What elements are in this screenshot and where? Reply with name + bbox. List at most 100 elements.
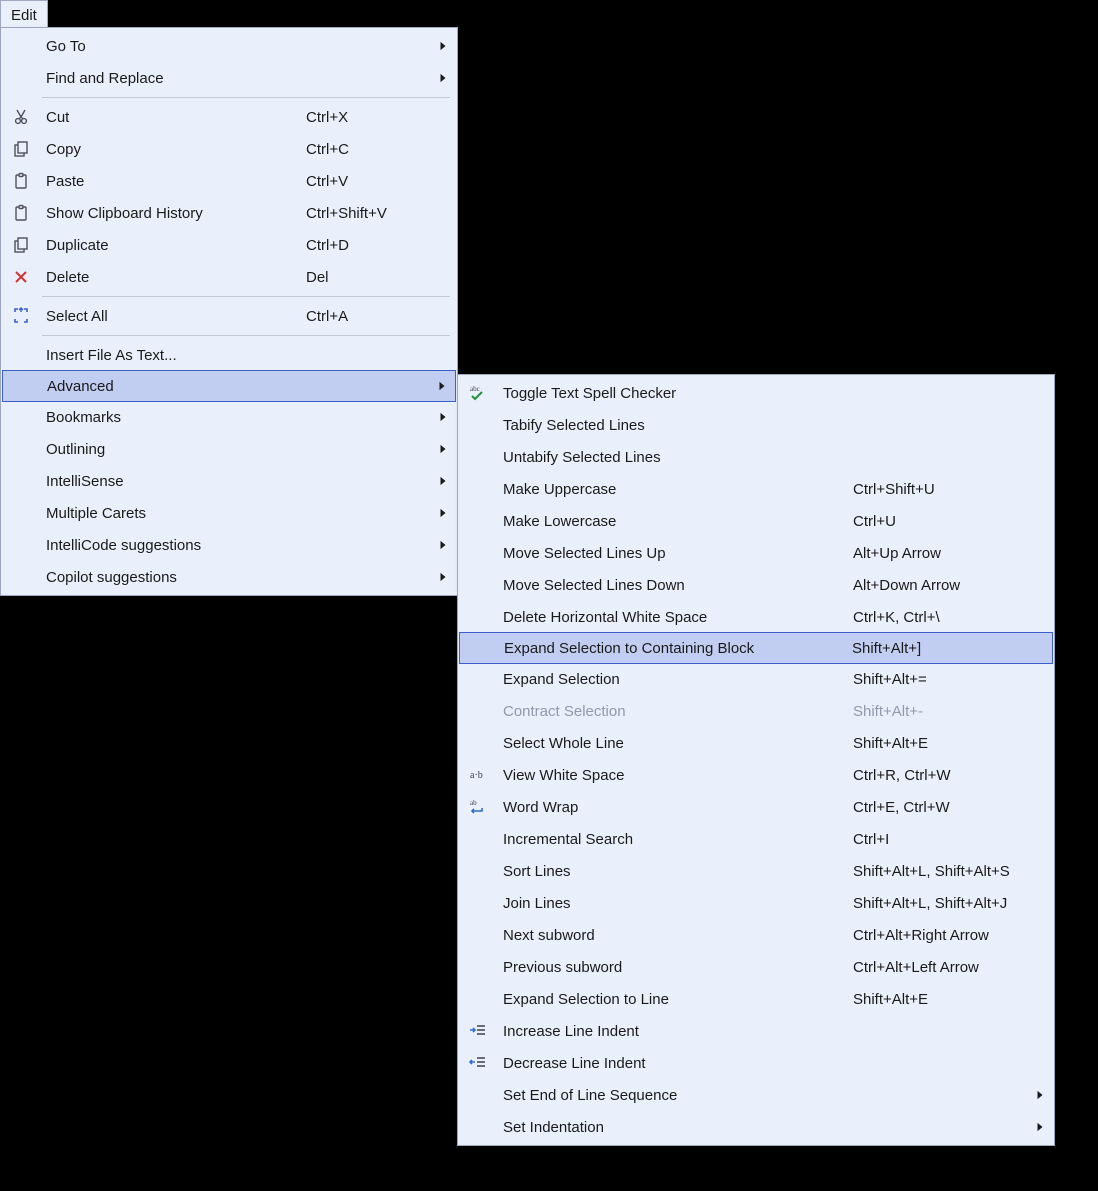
edit-menu-item-select-all[interactable]: Select AllCtrl+A — [2, 300, 456, 332]
advanced-item-contract-selection: Contract SelectionShift+Alt+- — [459, 695, 1053, 727]
menu-item-shortcut: Shift+Alt+L, Shift+Alt+S — [853, 863, 1053, 880]
advanced-item-make-uppercase[interactable]: Make UppercaseCtrl+Shift+U — [459, 473, 1053, 505]
menu-item-label: Move Selected Lines Down — [497, 577, 853, 594]
menu-item-label: Set Indentation — [497, 1119, 853, 1136]
advanced-item-select-whole-line[interactable]: Select Whole LineShift+Alt+E — [459, 727, 1053, 759]
advanced-item-make-lowercase[interactable]: Make LowercaseCtrl+U — [459, 505, 1053, 537]
menu-item-label: Contract Selection — [497, 703, 853, 720]
advanced-item-expand-selection[interactable]: Expand SelectionShift+Alt+= — [459, 663, 1053, 695]
menu-item-shortcut: Del — [306, 269, 456, 286]
submenu-arrow-icon — [438, 506, 448, 520]
menu-item-shortcut: Ctrl+V — [306, 173, 456, 190]
edit-menu-item-intellisense[interactable]: IntelliSense — [2, 465, 456, 497]
menu-item-shortcut: Ctrl+Alt+Right Arrow — [853, 927, 1053, 944]
wrap-icon — [459, 798, 497, 816]
menu-item-shortcut: Ctrl+C — [306, 141, 456, 158]
advanced-item-next-subword[interactable]: Next subwordCtrl+Alt+Right Arrow — [459, 919, 1053, 951]
edit-menu: Go ToFind and ReplaceCutCtrl+XCopyCtrl+C… — [0, 27, 458, 596]
edit-menu-item-cut[interactable]: CutCtrl+X — [2, 101, 456, 133]
menu-item-label: IntelliSense — [40, 473, 306, 490]
menu-item-label: Paste — [40, 173, 306, 190]
advanced-item-delete-horizontal-white-space[interactable]: Delete Horizontal White SpaceCtrl+K, Ctr… — [459, 601, 1053, 633]
menu-item-label: Tabify Selected Lines — [497, 417, 853, 434]
advanced-item-previous-subword[interactable]: Previous subwordCtrl+Alt+Left Arrow — [459, 951, 1053, 983]
edit-menu-item-copy[interactable]: CopyCtrl+C — [2, 133, 456, 165]
paste-icon — [2, 172, 40, 190]
advanced-item-set-end-of-line-sequence[interactable]: Set End of Line Sequence — [459, 1079, 1053, 1111]
advanced-item-word-wrap[interactable]: Word WrapCtrl+E, Ctrl+W — [459, 791, 1053, 823]
advanced-item-expand-selection-to-containing-block[interactable]: Expand Selection to Containing BlockShif… — [459, 632, 1053, 664]
menu-item-label: Expand Selection — [497, 671, 853, 688]
edit-menu-item-copilot-suggestions[interactable]: Copilot suggestions — [2, 561, 456, 593]
menu-item-label: Sort Lines — [497, 863, 853, 880]
menu-item-label: Move Selected Lines Up — [497, 545, 853, 562]
menu-item-label: Make Uppercase — [497, 481, 853, 498]
advanced-item-join-lines[interactable]: Join LinesShift+Alt+L, Shift+Alt+J — [459, 887, 1053, 919]
advanced-item-set-indentation[interactable]: Set Indentation — [459, 1111, 1053, 1143]
menu-item-shortcut: Ctrl+I — [853, 831, 1053, 848]
whitespace-icon — [459, 766, 497, 784]
advanced-item-move-selected-lines-down[interactable]: Move Selected Lines DownAlt+Down Arrow — [459, 569, 1053, 601]
edit-menu-item-advanced[interactable]: Advanced — [2, 370, 456, 402]
menu-item-label: Next subword — [497, 927, 853, 944]
edit-menu-item-go-to[interactable]: Go To — [2, 30, 456, 62]
menu-item-label: Expand Selection to Line — [497, 991, 853, 1008]
edit-menu-item-insert-file-as-text[interactable]: Insert File As Text... — [2, 339, 456, 371]
advanced-item-increase-line-indent[interactable]: Increase Line Indent — [459, 1015, 1053, 1047]
advanced-item-untabify-selected-lines[interactable]: Untabify Selected Lines — [459, 441, 1053, 473]
menu-item-label: Go To — [40, 38, 306, 55]
delete-icon — [2, 268, 40, 286]
copy-icon — [2, 140, 40, 158]
advanced-item-view-white-space[interactable]: View White SpaceCtrl+R, Ctrl+W — [459, 759, 1053, 791]
menu-item-shortcut: Ctrl+Alt+Left Arrow — [853, 959, 1053, 976]
edit-menu-item-intellicode-suggestions[interactable]: IntelliCode suggestions — [2, 529, 456, 561]
menu-item-label: Untabify Selected Lines — [497, 449, 853, 466]
submenu-arrow-icon — [438, 570, 448, 584]
spell-icon — [459, 384, 497, 402]
edit-menu-item-outlining[interactable]: Outlining — [2, 433, 456, 465]
advanced-item-move-selected-lines-up[interactable]: Move Selected Lines UpAlt+Up Arrow — [459, 537, 1053, 569]
menu-item-label: Join Lines — [497, 895, 853, 912]
menu-item-label: Incremental Search — [497, 831, 853, 848]
submenu-arrow-icon — [438, 474, 448, 488]
menu-item-label: Decrease Line Indent — [497, 1055, 853, 1072]
edit-menu-item-bookmarks[interactable]: Bookmarks — [2, 401, 456, 433]
menu-item-shortcut: Shift+Alt+] — [852, 640, 1052, 657]
menu-item-label: Multiple Carets — [40, 505, 306, 522]
edit-menu-item-find-and-replace[interactable]: Find and Replace — [2, 62, 456, 94]
edit-menu-separator — [42, 97, 450, 98]
menu-item-shortcut: Ctrl+K, Ctrl+\ — [853, 609, 1053, 626]
menu-item-shortcut: Ctrl+Shift+U — [853, 481, 1053, 498]
menu-item-label: Insert File As Text... — [40, 347, 306, 364]
menu-item-shortcut: Ctrl+R, Ctrl+W — [853, 767, 1053, 784]
paste-icon — [2, 204, 40, 222]
advanced-item-tabify-selected-lines[interactable]: Tabify Selected Lines — [459, 409, 1053, 441]
advanced-item-incremental-search[interactable]: Incremental SearchCtrl+I — [459, 823, 1053, 855]
indent-icon — [459, 1022, 497, 1040]
menu-item-label: Advanced — [41, 378, 305, 395]
edit-menu-item-show-clipboard-history[interactable]: Show Clipboard HistoryCtrl+Shift+V — [2, 197, 456, 229]
menu-item-shortcut: Ctrl+U — [853, 513, 1053, 530]
cut-icon — [2, 108, 40, 126]
submenu-arrow-icon — [438, 538, 448, 552]
menu-item-label: Show Clipboard History — [40, 205, 306, 222]
advanced-item-sort-lines[interactable]: Sort LinesShift+Alt+L, Shift+Alt+S — [459, 855, 1053, 887]
menubar-edit[interactable]: Edit — [0, 0, 48, 28]
menu-item-shortcut: Ctrl+X — [306, 109, 456, 126]
menu-item-label: Cut — [40, 109, 306, 126]
menu-item-label: Expand Selection to Containing Block — [498, 640, 852, 657]
advanced-item-expand-selection-to-line[interactable]: Expand Selection to LineShift+Alt+E — [459, 983, 1053, 1015]
submenu-arrow-icon — [1035, 1120, 1045, 1134]
menubar-edit-label: Edit — [11, 7, 37, 24]
edit-menu-item-delete[interactable]: DeleteDel — [2, 261, 456, 293]
edit-menu-item-duplicate[interactable]: DuplicateCtrl+D — [2, 229, 456, 261]
menu-item-label: Outlining — [40, 441, 306, 458]
outdent-icon — [459, 1054, 497, 1072]
advanced-item-toggle-text-spell-checker[interactable]: Toggle Text Spell Checker — [459, 377, 1053, 409]
menu-item-shortcut: Shift+Alt+L, Shift+Alt+J — [853, 895, 1053, 912]
menu-item-label: Delete Horizontal White Space — [497, 609, 853, 626]
edit-menu-item-paste[interactable]: PasteCtrl+V — [2, 165, 456, 197]
edit-menu-item-multiple-carets[interactable]: Multiple Carets — [2, 497, 456, 529]
menu-item-label: Delete — [40, 269, 306, 286]
advanced-item-decrease-line-indent[interactable]: Decrease Line Indent — [459, 1047, 1053, 1079]
